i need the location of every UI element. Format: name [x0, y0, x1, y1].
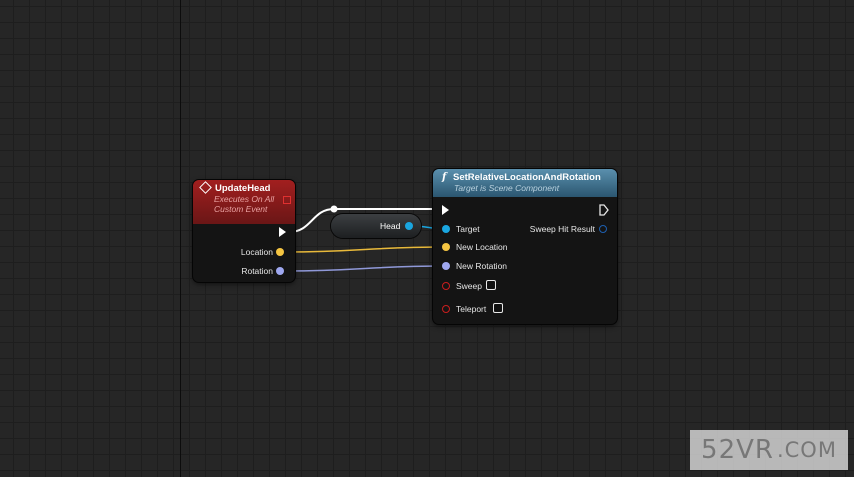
- function-icon: f: [442, 172, 447, 183]
- wires-layer: [284, 205, 447, 272]
- event-node-subtitle-line2: Custom Event: [214, 204, 268, 214]
- sweep-in-pin[interactable]: [442, 282, 450, 290]
- rotation-wire[interactable]: [284, 265, 447, 272]
- function-exec-in-pin[interactable]: [442, 205, 449, 215]
- variable-get-node-head[interactable]: Head: [331, 214, 421, 238]
- event-pin-label-rotation: Rotation: [241, 266, 273, 276]
- pin-label-sweep-hit-result: Sweep Hit Result: [529, 224, 595, 234]
- function-node-title: SetRelativeLocationAndRotation: [453, 172, 601, 183]
- watermark-main-text: 52VR: [701, 435, 774, 465]
- event-node-subtitle-line1: Executes On All: [214, 194, 275, 204]
- pin-label-new-location: New Location: [456, 242, 508, 252]
- head-out-pin[interactable]: [405, 222, 413, 230]
- pin-label-new-rotation: New Rotation: [456, 261, 508, 271]
- pin-label-teleport: Teleport: [456, 304, 487, 314]
- teleport-checkbox[interactable]: [493, 303, 503, 313]
- new-rotation-in-pin[interactable]: [442, 262, 450, 270]
- watermark-suffix-text: .COM: [776, 438, 837, 462]
- function-node-set-relative-location-and-rotation[interactable]: f SetRelativeLocationAndRotation Target i…: [433, 169, 617, 324]
- sweep-checkbox[interactable]: [486, 280, 496, 290]
- exec-reroute-knot[interactable]: [330, 205, 338, 213]
- event-location-out-pin[interactable]: [276, 248, 284, 256]
- function-exec-out-pin[interactable]: [599, 204, 609, 216]
- event-delegate-pin[interactable]: [283, 196, 291, 204]
- location-wire[interactable]: [284, 246, 447, 253]
- custom-event-node-update-head[interactable]: UpdateHead Executes On All Custom Event …: [193, 180, 295, 282]
- variable-label-head: Head: [380, 221, 401, 231]
- pin-label-sweep: Sweep: [456, 281, 482, 291]
- new-location-in-pin[interactable]: [442, 243, 450, 251]
- sweep-hit-result-out-pin[interactable]: [599, 225, 607, 233]
- watermark-logo: 52VR .COM: [690, 430, 848, 470]
- event-node-header[interactable]: UpdateHead Executes On All Custom Event: [193, 180, 295, 224]
- event-pin-label-location: Location: [240, 247, 273, 257]
- function-node-subtitle: Target is Scene Component: [454, 183, 560, 193]
- event-node-title: UpdateHead: [215, 183, 271, 194]
- event-diamond-icon: [199, 181, 212, 194]
- event-exec-out-pin[interactable]: [279, 227, 286, 237]
- target-in-pin[interactable]: [442, 225, 450, 233]
- pin-label-target: Target: [456, 224, 480, 234]
- event-rotation-out-pin[interactable]: [276, 267, 284, 275]
- teleport-in-pin[interactable]: [442, 305, 450, 313]
- function-node-header[interactable]: f SetRelativeLocationAndRotation Target i…: [433, 169, 617, 197]
